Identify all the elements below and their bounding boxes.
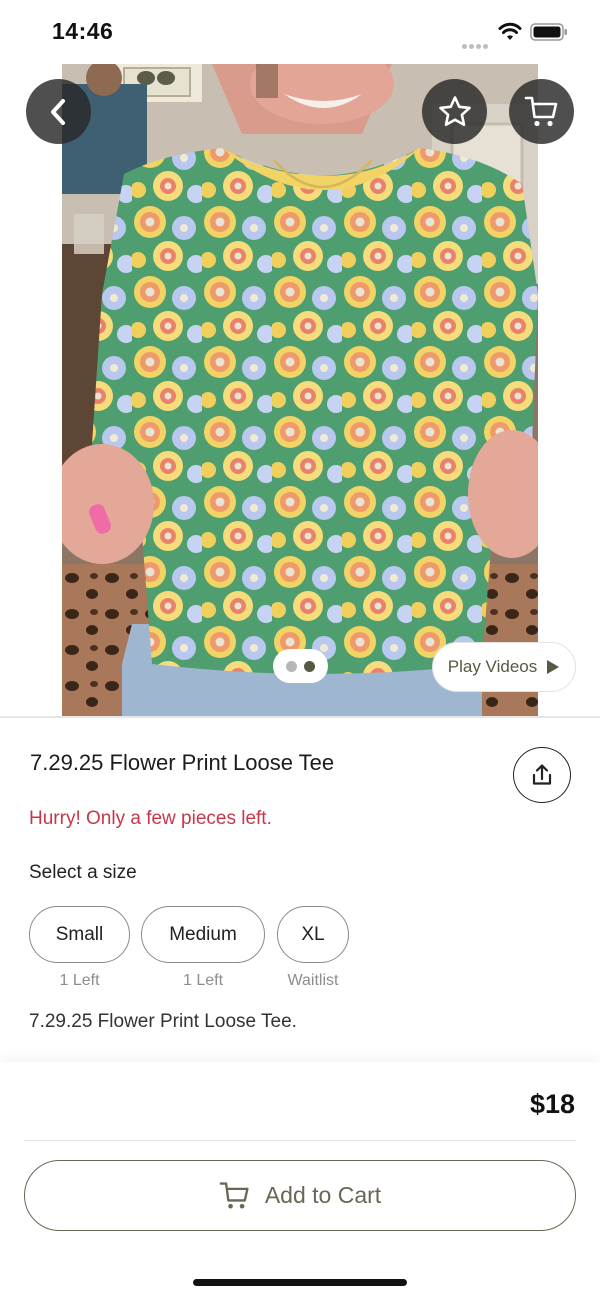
product-price: $18 xyxy=(529,1089,575,1119)
size-option-medium[interactable]: Medium xyxy=(141,906,265,963)
product-description: 7.29.25 Flower Print Loose Tee. xyxy=(29,1011,297,1032)
cart-icon xyxy=(524,96,557,126)
favorite-button[interactable] xyxy=(422,79,487,144)
wifi-icon xyxy=(498,22,522,40)
size-stock-medium: 1 Left xyxy=(182,972,224,989)
cart-button[interactable] xyxy=(509,79,574,144)
size-stock-xl: Waitlist xyxy=(287,972,339,989)
product-photo[interactable] xyxy=(62,64,538,716)
status-time: 14:46 xyxy=(52,18,114,44)
stock-warning: Hurry! Only a few pieces left. xyxy=(29,808,272,829)
share-button[interactable] xyxy=(513,747,571,803)
status-bar: 14:46 xyxy=(0,0,600,64)
cart-icon xyxy=(219,1181,249,1209)
product-media: Play Videos xyxy=(0,64,600,718)
add-to-cart-button[interactable]: Add to Cart xyxy=(24,1160,576,1231)
chevron-left-icon xyxy=(50,98,65,125)
size-option-label: Medium xyxy=(169,923,237,945)
play-videos-button[interactable]: Play Videos xyxy=(432,642,576,692)
size-option-label: XL xyxy=(301,923,325,945)
play-icon xyxy=(547,660,560,674)
size-option-label: Small xyxy=(55,923,104,945)
home-indicator[interactable] xyxy=(193,1279,407,1286)
star-icon xyxy=(438,95,471,126)
size-option-small[interactable]: Small xyxy=(29,906,130,963)
back-button[interactable] xyxy=(26,79,91,144)
image-pager[interactable] xyxy=(273,649,328,683)
size-option-xl[interactable]: XL xyxy=(277,906,349,963)
pager-dot[interactable] xyxy=(286,660,297,672)
size-stock-small: 1 Left xyxy=(59,972,100,989)
signal-dots-icon xyxy=(462,36,490,49)
battery-icon xyxy=(530,23,567,41)
product-title: 7.29.25 Flower Print Loose Tee xyxy=(30,750,335,775)
play-videos-label: Play Videos xyxy=(447,657,538,676)
divider xyxy=(24,1140,576,1141)
size-prompt: Select a size xyxy=(29,862,137,883)
divider xyxy=(0,716,600,718)
pager-dot-active[interactable] xyxy=(304,660,315,672)
add-to-cart-label: Add to Cart xyxy=(264,1182,382,1208)
share-icon xyxy=(532,764,552,785)
